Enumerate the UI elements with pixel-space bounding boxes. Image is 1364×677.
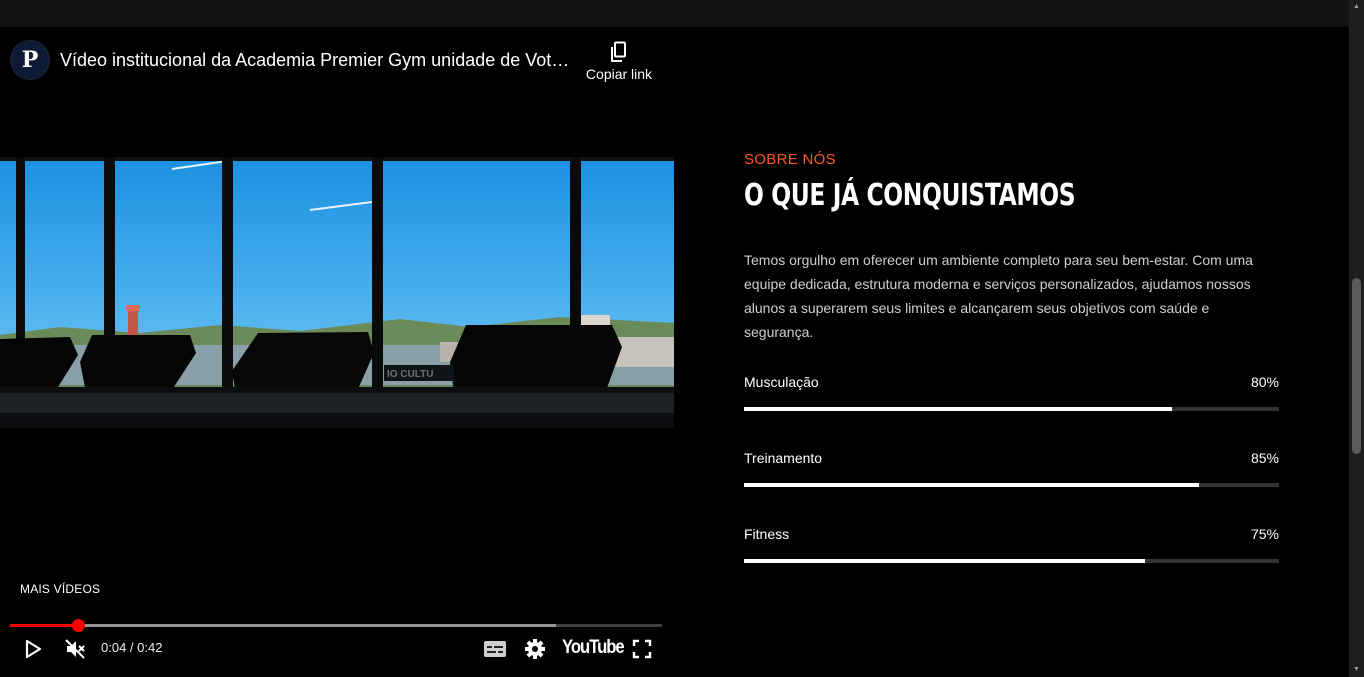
skill-progress-fill bbox=[744, 559, 1146, 563]
skill-musculacao: Musculação 80% bbox=[744, 374, 1279, 414]
skill-percent: 80% bbox=[1250, 374, 1279, 390]
skill-percent: 75% bbox=[1250, 526, 1279, 542]
mute-button[interactable] bbox=[61, 635, 89, 663]
copy-link-label: Copiar link bbox=[585, 66, 653, 82]
skill-percent: 85% bbox=[1250, 450, 1279, 466]
skill-progress-track bbox=[744, 559, 1279, 563]
bottom-edge bbox=[0, 667, 1349, 677]
scroll-down-icon[interactable]: ▼ bbox=[1349, 663, 1364, 677]
page-scrollbar[interactable]: ▲ ▼ bbox=[1349, 0, 1364, 677]
video-title[interactable]: Vídeo institucional da Academia Premier … bbox=[60, 50, 575, 71]
copy-link-button[interactable]: Copiar link bbox=[582, 39, 656, 87]
video-thumbnail: IO CULTU bbox=[0, 157, 674, 428]
channel-avatar[interactable]: P bbox=[10, 40, 50, 80]
svg-text:IO CULTU: IO CULTU bbox=[387, 369, 433, 380]
play-icon bbox=[25, 639, 42, 659]
copy-icon bbox=[611, 41, 626, 62]
gear-icon bbox=[525, 639, 545, 659]
youtube-logo[interactable]: YouTube bbox=[562, 636, 625, 660]
fullscreen-button[interactable] bbox=[628, 635, 656, 663]
skill-name: Treinamento bbox=[744, 450, 823, 466]
time-separator: / bbox=[126, 640, 138, 655]
fullscreen-icon bbox=[632, 639, 652, 659]
progress-scrubber[interactable] bbox=[72, 619, 86, 632]
settings-button[interactable] bbox=[521, 635, 549, 663]
skill-name: Musculação bbox=[744, 374, 819, 390]
skill-treinamento: Treinamento 85% bbox=[744, 450, 1279, 490]
player-header: P Vídeo institucional da Academia Premie… bbox=[0, 27, 674, 91]
skill-progress-fill bbox=[744, 483, 1199, 487]
skill-progress-track bbox=[744, 407, 1279, 411]
subtitles-icon bbox=[484, 641, 506, 657]
scroll-up-icon[interactable]: ▲ bbox=[1349, 0, 1364, 14]
video-player[interactable]: P Vídeo institucional da Academia Premie… bbox=[0, 27, 674, 667]
section-heading: O QUE JÁ CONQUISTAMOS bbox=[744, 178, 1076, 213]
progress-played bbox=[10, 624, 79, 627]
top-bar bbox=[0, 0, 1364, 27]
more-videos-label[interactable]: MAIS VÍDEOS bbox=[20, 582, 100, 596]
skill-fitness: Fitness 75% bbox=[744, 526, 1279, 566]
volume-muted-icon bbox=[65, 639, 85, 659]
duration: 0:42 bbox=[137, 640, 163, 655]
skill-progress-track bbox=[744, 483, 1279, 487]
scrollbar-thumb[interactable] bbox=[1352, 278, 1361, 454]
subtitles-button[interactable] bbox=[481, 635, 509, 663]
progress-bar[interactable] bbox=[10, 619, 662, 632]
section-eyebrow: SOBRE NÓS bbox=[744, 151, 836, 168]
time-display: 0:04 / 0:42 bbox=[101, 640, 162, 655]
video-frame[interactable]: IO CULTU bbox=[0, 157, 674, 428]
play-button[interactable] bbox=[19, 635, 47, 663]
player-controls: 0:04 / 0:42 YouTube bbox=[0, 632, 674, 664]
progress-buffer bbox=[10, 624, 557, 627]
section-description: Temos orgulho em oferecer um ambiente co… bbox=[744, 252, 1253, 340]
skill-name: Fitness bbox=[744, 526, 790, 542]
current-time: 0:04 bbox=[101, 640, 127, 655]
skill-progress-fill bbox=[744, 407, 1172, 411]
